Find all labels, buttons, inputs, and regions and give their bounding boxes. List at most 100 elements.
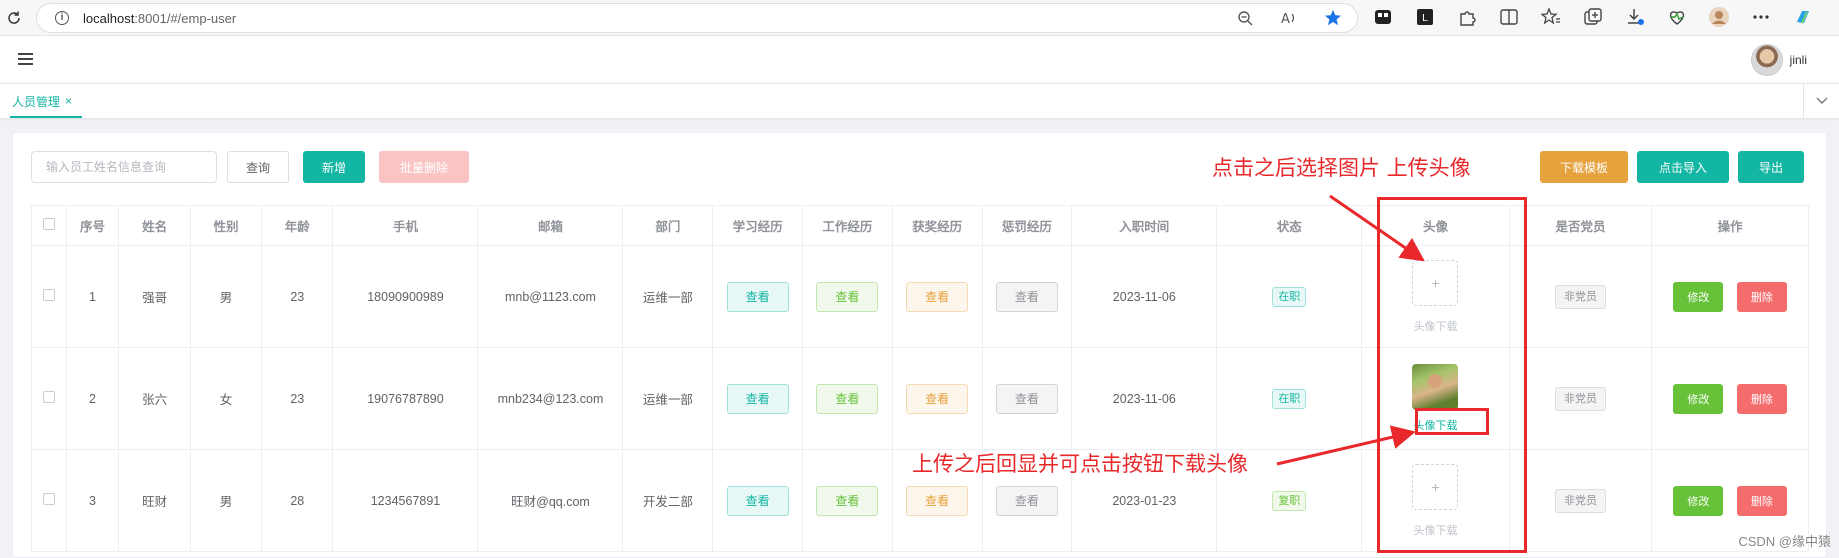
user-menu[interactable]: jinli xyxy=(1750,44,1807,76)
main-card: 查询 新增 批量删除 下载模板 点击导入 导出 序号 姓名 性别 年龄 手机 邮… xyxy=(12,132,1827,558)
column-header: 是否党员 xyxy=(1508,205,1653,246)
performance-icon[interactable] xyxy=(1666,6,1688,28)
view-punish-button[interactable]: 查看 xyxy=(995,383,1058,414)
delete-button[interactable]: 删除 xyxy=(1736,281,1787,312)
svg-text:A: A xyxy=(1281,12,1290,26)
delete-button[interactable]: 删除 xyxy=(1736,485,1787,516)
url-host: localhost xyxy=(83,10,135,26)
column-header: 年龄 xyxy=(261,205,334,246)
close-icon[interactable]: × xyxy=(65,94,72,108)
cell-index: 1 xyxy=(65,245,120,348)
view-award-button[interactable]: 查看 xyxy=(906,383,969,414)
reload-icon[interactable] xyxy=(2,6,26,30)
view-work-button[interactable]: 查看 xyxy=(816,485,879,516)
site-info-icon[interactable]: i xyxy=(55,11,69,25)
delete-button[interactable]: 删除 xyxy=(1736,383,1787,414)
cell-email: 旺财@qq.com xyxy=(477,449,624,552)
cell-name: 旺财 xyxy=(118,449,191,552)
avatar[interactable] xyxy=(1750,44,1783,76)
status-badge: 复职 xyxy=(1272,490,1307,511)
export-button[interactable]: 导出 xyxy=(1738,151,1804,183)
row-checkbox[interactable] xyxy=(42,391,55,403)
chevron-down-icon[interactable] xyxy=(1803,84,1839,118)
url-path: :8001/#/emp-user xyxy=(134,10,237,26)
annotation-download-text: 上传之后回显并可点击按钮下载头像 xyxy=(912,452,1248,476)
copilot-icon[interactable] xyxy=(1792,6,1814,28)
annotation-avatar-column-box xyxy=(1377,197,1527,553)
app-header: jinli xyxy=(0,36,1839,84)
cell-join-date: 2023-11-06 xyxy=(1071,245,1218,348)
select-all-cell[interactable] xyxy=(31,205,67,246)
cell-dept: 运维一部 xyxy=(622,245,714,348)
menu-toggle-icon[interactable] xyxy=(18,53,33,65)
split-screen-icon[interactable] xyxy=(1498,6,1520,28)
user-name: jinli xyxy=(1789,53,1807,67)
favorites-icon[interactable] xyxy=(1540,6,1562,28)
watermark: CSDN @缘中猿 xyxy=(1738,534,1831,549)
edit-button[interactable]: 修改 xyxy=(1673,281,1724,312)
view-study-button[interactable]: 查看 xyxy=(726,281,789,312)
puzzle-icon[interactable] xyxy=(1456,6,1478,28)
import-button[interactable]: 点击导入 xyxy=(1637,151,1729,183)
annotation-download-box xyxy=(1415,408,1489,435)
cell-index: 2 xyxy=(65,347,120,450)
table-row: 1 强哥 男 23 18090900989 mnb@1123.com 运维一部 … xyxy=(31,245,1809,348)
cell-name: 张六 xyxy=(118,347,191,450)
zoom-icon[interactable] xyxy=(1235,8,1255,28)
tab-personnel-management[interactable]: 人员管理 × xyxy=(12,90,72,112)
downloads-icon[interactable] xyxy=(1624,6,1646,28)
status-badge: 在职 xyxy=(1272,286,1307,307)
employee-table: 序号 姓名 性别 年龄 手机 邮箱 部门 学习经历 工作经历 获奖经历 惩罚经历… xyxy=(31,205,1809,552)
download-template-button[interactable]: 下载模板 xyxy=(1540,151,1628,183)
row-checkbox[interactable] xyxy=(42,493,55,505)
edit-button[interactable]: 修改 xyxy=(1673,383,1724,414)
cell-join-date: 2023-11-06 xyxy=(1071,347,1218,450)
read-aloud-icon[interactable]: A xyxy=(1279,8,1299,28)
view-work-button[interactable]: 查看 xyxy=(816,281,879,312)
query-button[interactable]: 查询 xyxy=(227,151,289,183)
view-punish-button[interactable]: 查看 xyxy=(995,485,1058,516)
batch-delete-button[interactable]: 批量删除 xyxy=(379,151,469,183)
cell-email: mnb@1123.com xyxy=(477,245,624,348)
column-header: 手机 xyxy=(332,205,479,246)
column-header: 状态 xyxy=(1216,205,1363,246)
column-header: 部门 xyxy=(622,205,714,246)
view-study-button[interactable]: 查看 xyxy=(726,383,789,414)
more-menu-icon[interactable] xyxy=(1750,6,1772,28)
column-header: 邮箱 xyxy=(477,205,624,246)
column-header: 性别 xyxy=(189,205,263,246)
address-bar[interactable]: i localhost:8001/#/emp-user A xyxy=(36,3,1358,33)
extension-icon[interactable]: L xyxy=(1414,6,1436,28)
add-button[interactable]: 新增 xyxy=(303,151,365,183)
view-award-button[interactable]: 查看 xyxy=(906,281,969,312)
collections-icon[interactable] xyxy=(1582,6,1604,28)
favorite-star-icon[interactable] xyxy=(1323,8,1343,28)
row-checkbox[interactable] xyxy=(42,289,55,301)
annotation-upload-text: 点击之后选择图片 上传头像 xyxy=(1212,156,1471,180)
view-award-button[interactable]: 查看 xyxy=(906,485,969,516)
party-badge: 非党员 xyxy=(1554,488,1606,513)
cell-age: 23 xyxy=(261,245,334,348)
table-row: 2 张六 女 23 19076787890 mnb234@123.com 运维一… xyxy=(31,347,1809,450)
view-work-button[interactable]: 查看 xyxy=(816,383,879,414)
browser-toolbar: i localhost:8001/#/emp-user A L xyxy=(0,0,1839,36)
edit-button[interactable]: 修改 xyxy=(1673,485,1724,516)
column-header: 工作经历 xyxy=(802,205,893,246)
view-study-button[interactable]: 查看 xyxy=(726,485,789,516)
cell-phone: 1234567891 xyxy=(332,449,479,552)
column-header: 入职时间 xyxy=(1071,205,1218,246)
select-all-checkbox[interactable] xyxy=(42,218,55,230)
tab-active-indicator xyxy=(10,116,82,118)
column-header: 学习经历 xyxy=(712,205,804,246)
view-punish-button[interactable]: 查看 xyxy=(995,281,1058,312)
search-input[interactable] xyxy=(31,151,217,183)
cell-age: 23 xyxy=(261,347,334,450)
profile-avatar-icon[interactable] xyxy=(1708,6,1730,28)
url-text[interactable]: localhost:8001/#/emp-user xyxy=(83,11,236,26)
extension-icon[interactable] xyxy=(1372,6,1394,28)
party-badge: 非党员 xyxy=(1554,284,1606,309)
cell-gender: 女 xyxy=(189,347,263,450)
cell-age: 28 xyxy=(261,449,334,552)
column-header: 获奖经历 xyxy=(891,205,983,246)
column-header: 序号 xyxy=(65,205,120,246)
